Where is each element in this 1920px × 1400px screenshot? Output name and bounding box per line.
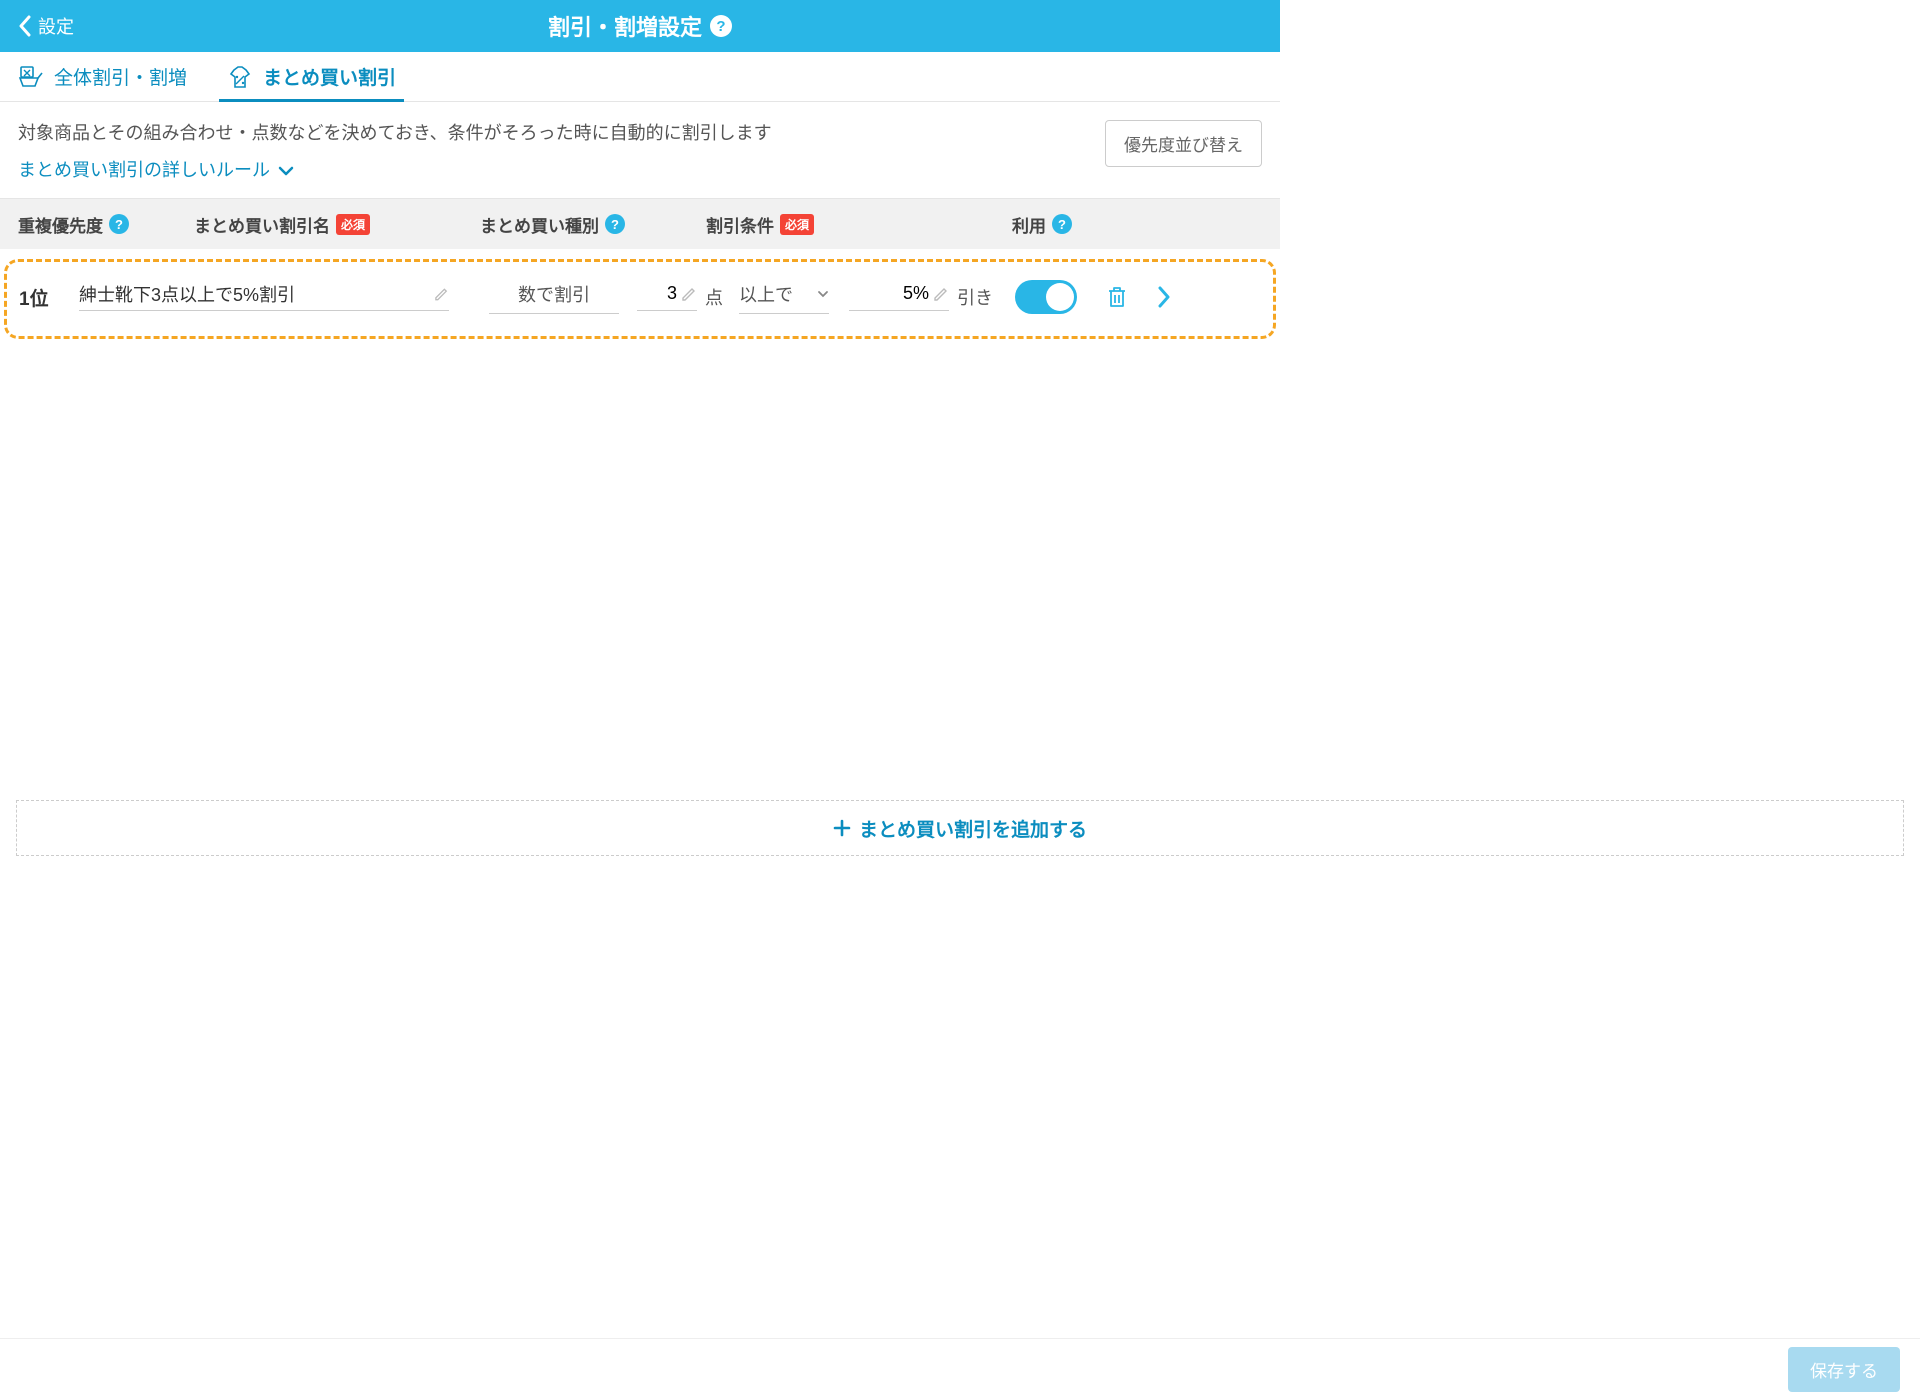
chevron-down-icon [817,289,829,299]
tab-overall-discount[interactable]: 全体割引・割増 [18,52,187,101]
discount-row: 1位 数で割引 点 以上で 引き [4,259,1276,339]
chevron-down-icon [278,165,294,177]
col-condition: 割引条件 必須 [706,212,1006,237]
quantity-unit: 点 [705,284,723,310]
column-header-row: 重複優先度 ? まとめ買い割引名 必須 まとめ買い種別 ? 割引条件 必須 利用… [0,199,1280,249]
add-discount-button[interactable]: まとめ買い割引を追加する [16,800,1904,856]
quantity-field[interactable] [637,283,697,311]
required-badge: 必須 [780,214,814,235]
required-badge: 必須 [336,214,370,235]
col-kind-label: まとめ買い種別 [480,212,599,237]
col-use: 利用 ? [1012,212,1192,237]
add-discount-label: まとめ買い割引を追加する [859,815,1087,842]
plus-icon [833,819,851,837]
col-use-label: 利用 [1012,212,1046,237]
description-area: 対象商品とその組み合わせ・点数などを決めておき、条件がそろった時に自動的に割引し… [0,102,1280,199]
discount-name-field[interactable] [79,283,449,311]
footer-bar: 保存する [0,1338,1920,1400]
back-button[interactable]: 設定 [0,13,92,39]
help-icon[interactable]: ? [605,214,625,234]
tab-bulk-discount[interactable]: まとめ買い割引 [227,52,396,101]
help-icon[interactable]: ? [1052,214,1072,234]
chevron-right-icon[interactable] [1157,286,1171,308]
percent-input[interactable] [883,283,929,304]
help-icon[interactable]: ? [109,214,129,234]
col-kind: まとめ買い種別 ? [480,212,700,237]
page-title: 割引・割増設定 ? [548,10,732,42]
back-label: 設定 [38,13,74,39]
rules-link-label: まとめ買い割引の詳しいルール [18,157,270,184]
pencil-icon [681,286,697,302]
col-name: まとめ買い割引名 必須 [194,212,474,237]
page-title-text: 割引・割増設定 [548,10,702,42]
chevron-left-icon [18,15,32,37]
tab-bar: 全体割引・割増 まとめ買い割引 [0,52,1280,102]
tab-overall-label: 全体割引・割増 [54,63,187,90]
trash-icon[interactable] [1105,285,1129,309]
pencil-icon [933,286,949,302]
condition-select[interactable]: 以上で [739,281,829,314]
sort-priority-button[interactable]: 優先度並び替え [1105,120,1262,167]
help-icon[interactable]: ? [710,15,732,37]
app-header: 設定 割引・割増設定 ? [0,0,1280,52]
enable-toggle[interactable] [1015,280,1077,314]
description-text: 対象商品とその組み合わせ・点数などを決めておき、条件がそろった時に自動的に割引し… [18,120,772,147]
save-button[interactable]: 保存する [1788,1347,1900,1392]
percent-suffix: 引き [957,284,993,310]
col-name-label: まとめ買い割引名 [194,212,330,237]
discount-kind-field[interactable]: 数で割引 [489,281,619,314]
cart-percent-icon [18,64,44,90]
row-rank: 1位 [19,284,79,311]
pencil-icon [434,286,449,302]
col-condition-label: 割引条件 [706,212,774,237]
col-priority: 重複優先度 ? [18,212,188,237]
rules-link[interactable]: まとめ買い割引の詳しいルール [18,157,772,184]
condition-select-label: 以上で [739,281,793,307]
percent-field[interactable] [849,283,949,311]
shirt-percent-icon [227,64,253,90]
quantity-input[interactable] [651,283,677,304]
col-priority-label: 重複優先度 [18,212,103,237]
discount-name-input[interactable] [79,283,428,304]
tab-bulk-label: まとめ買い割引 [263,63,396,90]
